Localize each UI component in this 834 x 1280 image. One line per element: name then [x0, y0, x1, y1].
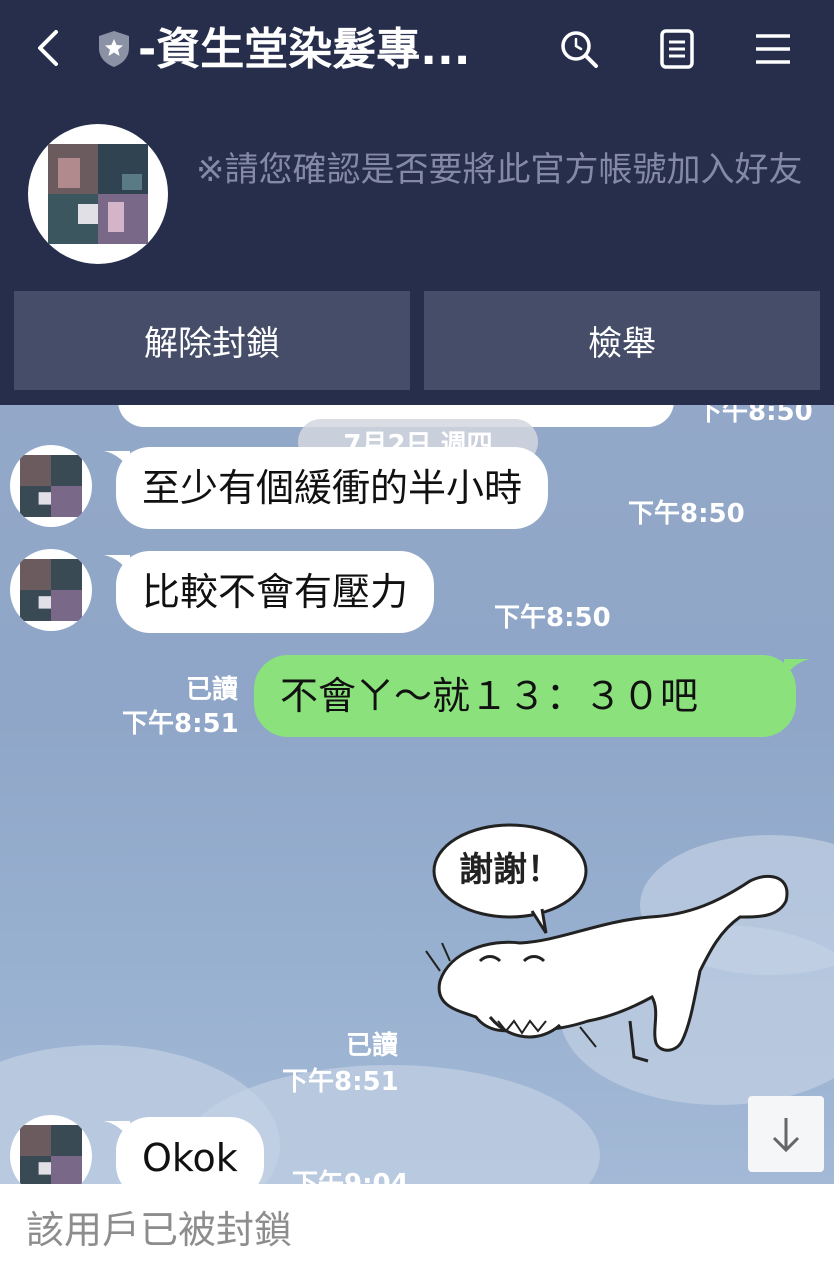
menu-icon[interactable] [750, 26, 796, 72]
read-receipt: 已讀 [345, 1031, 398, 1061]
message-time: 下午8:51 [282, 1067, 399, 1097]
unblock-button[interactable]: 解除封鎖 [14, 291, 410, 390]
top-bar: -資生堂染髮專... [0, 0, 834, 100]
sticker-text: 謝謝！ [459, 850, 561, 890]
back-icon[interactable] [28, 26, 68, 70]
sender-avatar[interactable] [10, 445, 92, 527]
blocked-footer: 該用戶已被封鎖 [0, 1184, 834, 1280]
report-button[interactable]: 檢舉 [424, 291, 820, 390]
bubble-tail [784, 659, 810, 677]
thank-you-dinosaur-sticker[interactable]: 謝謝！ [420, 821, 800, 1081]
read-receipt: 已讀 [185, 675, 238, 705]
notes-icon[interactable] [654, 26, 700, 72]
search-icon[interactable] [556, 26, 602, 72]
outgoing-message-bubble[interactable]: 不會ㄚ～就１３：３０吧 [254, 655, 796, 737]
message-time: 下午8:50 [494, 603, 611, 633]
message-time: 下午8:50 [696, 405, 813, 427]
incoming-message-bubble[interactable]: 比較不會有壓力 [116, 551, 435, 633]
incoming-message-bubble[interactable]: 至少有個緩衝的半小時 [116, 447, 549, 529]
message-time: 下午8:51 [122, 709, 239, 739]
profile-avatar[interactable] [28, 124, 168, 264]
shield-icon [99, 31, 129, 67]
avatar-collage-image [48, 144, 148, 244]
message-time: 下午8:50 [628, 499, 745, 529]
sender-avatar[interactable] [10, 549, 92, 631]
scroll-to-bottom-button[interactable] [748, 1096, 824, 1172]
arrow-down-icon [772, 1118, 800, 1153]
avatar-collage-image [20, 1125, 82, 1184]
avatar-collage-image [20, 455, 82, 517]
message-time: 下午9:04 [292, 1169, 409, 1184]
blocked-status-text: 該用戶已被封鎖 [26, 1208, 293, 1252]
chat-header: -資生堂染髮專... ※請您確認是否要將此官方帳號加入好友 解除封鎖 檢舉 [0, 0, 834, 405]
sender-avatar[interactable] [10, 1115, 92, 1184]
avatar-collage-image [20, 559, 82, 621]
incoming-message-bubble[interactable]: Okok [116, 1117, 264, 1184]
chat-message-area[interactable]: 下午8:50 7月2日 週四 至少有個緩衝的半小時 下午8:50 比較不會有壓力… [0, 405, 834, 1184]
chat-title: -資生堂染髮專... [138, 24, 471, 75]
add-friend-notice: ※請您確認是否要將此官方帳號加入好友 [196, 150, 803, 190]
